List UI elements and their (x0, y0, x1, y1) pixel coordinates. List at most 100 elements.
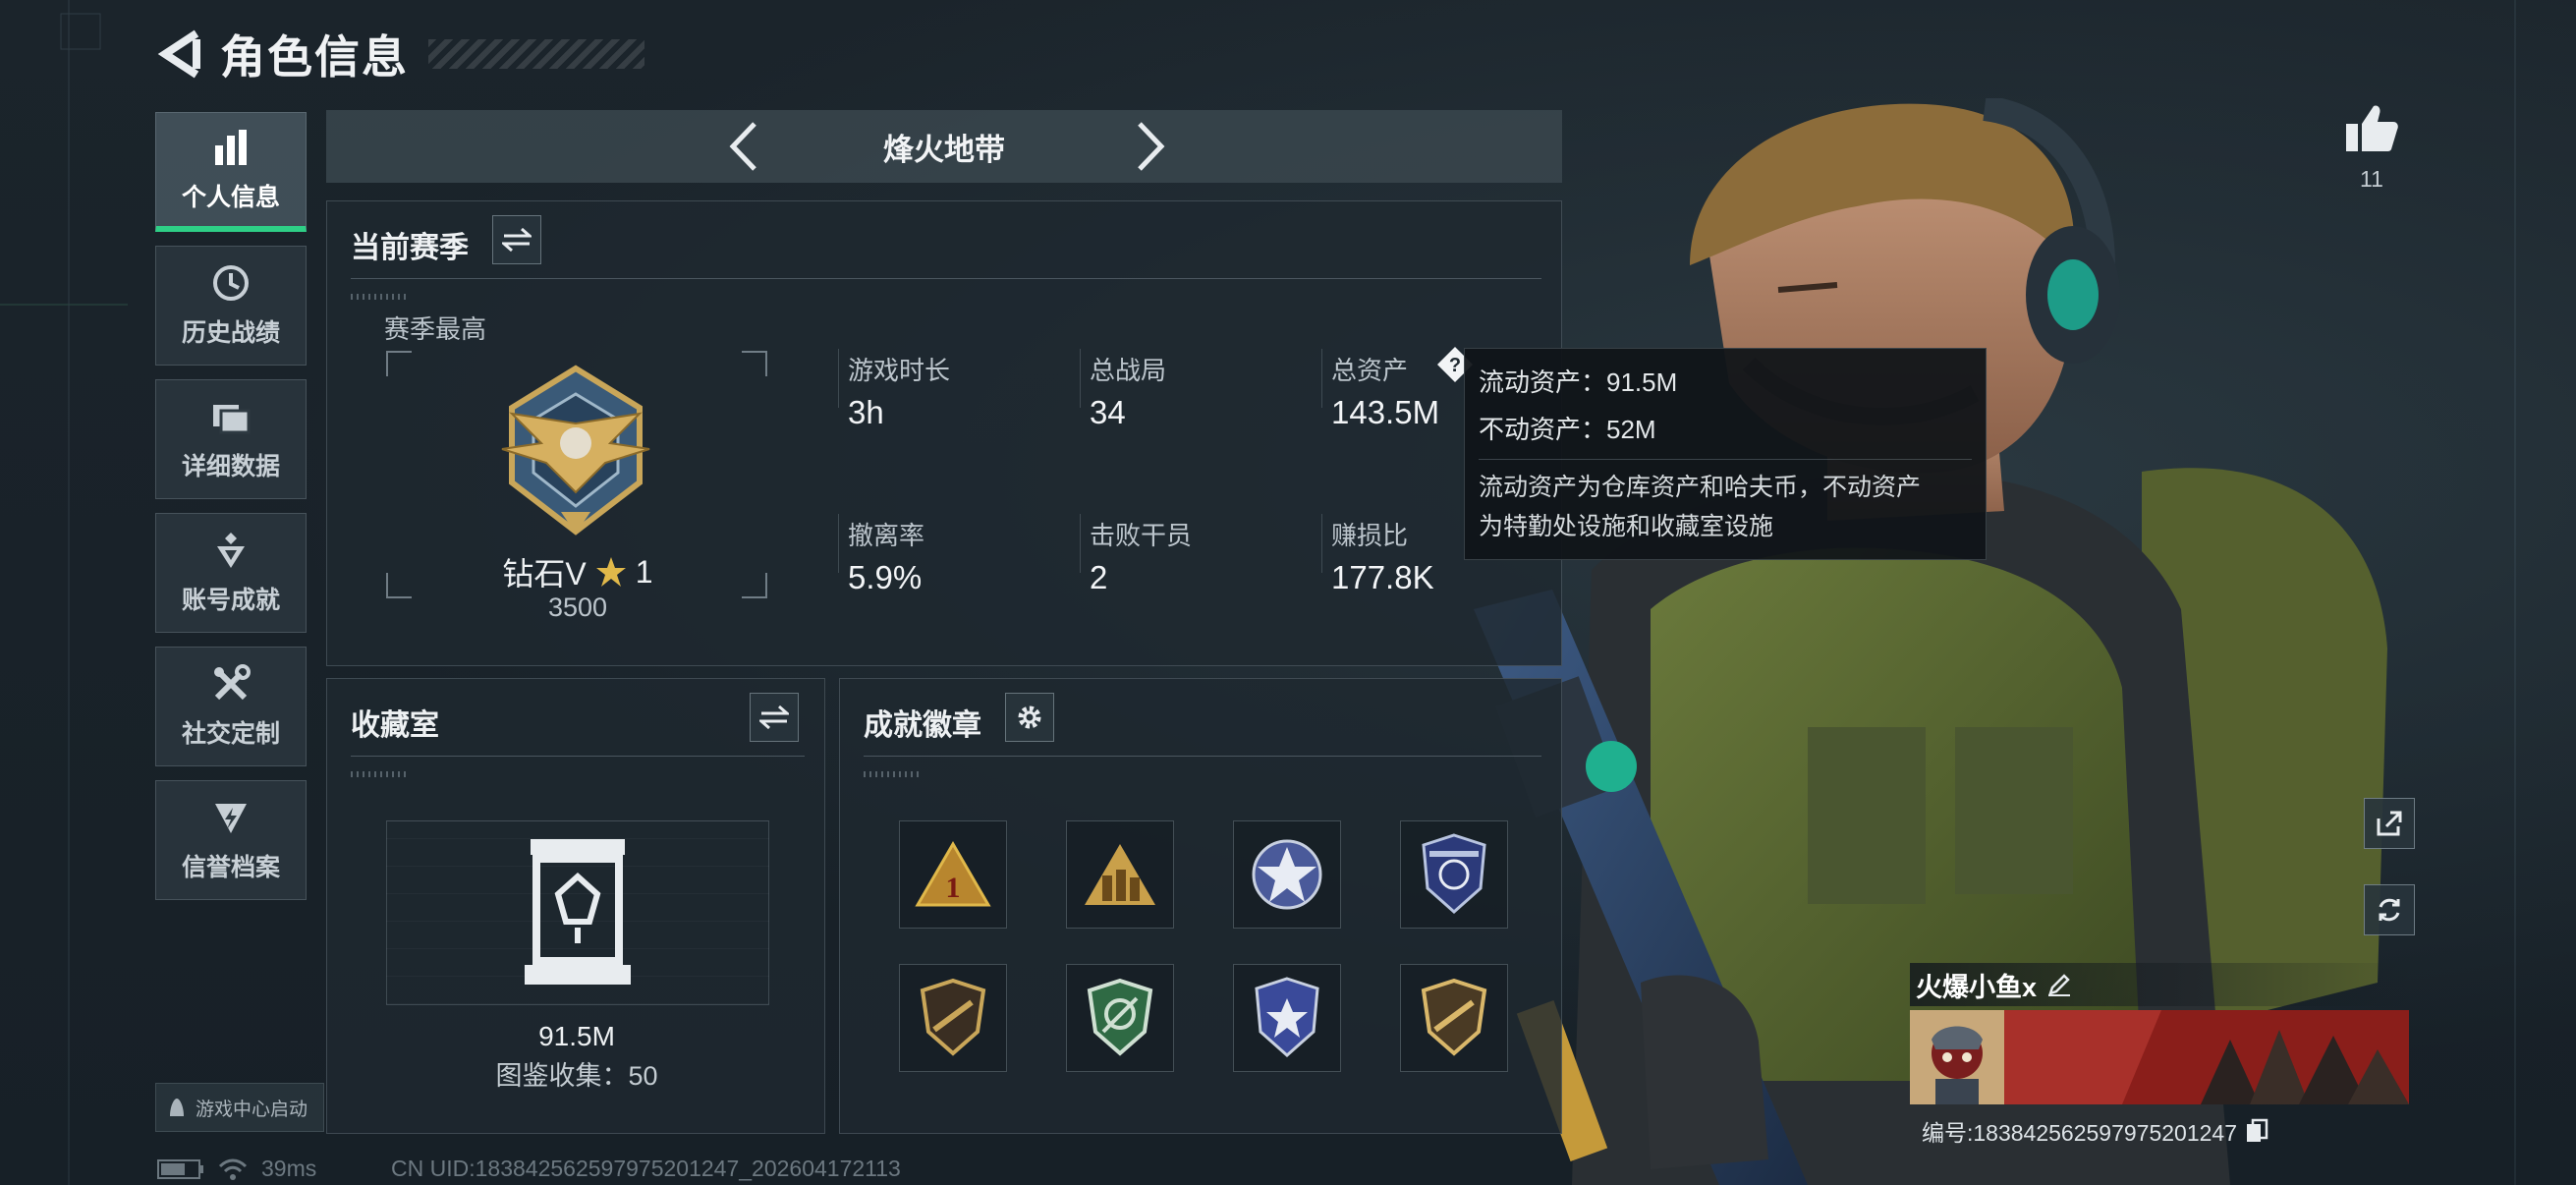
frame-corner (742, 351, 767, 376)
stat-value-playtime: 3h (848, 394, 884, 430)
stat-separator (838, 349, 839, 408)
collection-preview-frame[interactable] (386, 820, 769, 1005)
badge-rifle-shield[interactable] (899, 964, 1007, 1072)
stat-value-operators-defeated: 2 (1090, 559, 1108, 595)
stat-value-profit-ratio: 177.8K (1331, 559, 1434, 595)
player-card: 火爆小鱼x 编号:18384256259797520124​7 (1910, 963, 2415, 1148)
collection-catalog-count: 图鉴收集：50 (495, 1061, 658, 1091)
mode-next-button[interactable] (1126, 122, 1175, 171)
stat-separator (1321, 349, 1322, 408)
header: 角色信息 (155, 24, 644, 85)
shield-badge-icon (1422, 833, 1486, 915)
player-id-row: 编号:18384256259797520124​7 (1910, 1114, 2415, 1148)
sidebar-item-label: 详细数据 (181, 453, 280, 480)
badge-rifle-shield-gold[interactable] (1400, 964, 1508, 1072)
triangle-badge-icon: 1 (915, 841, 991, 907)
status-bar: 39ms (157, 1156, 316, 1182)
squad-badge-icon (1085, 844, 1155, 905)
mode-title: 烽火地带 (883, 132, 1005, 167)
player-banner[interactable] (1910, 1010, 2415, 1104)
rifle-shield-icon (920, 979, 986, 1056)
rank-star-count: 1 (635, 553, 653, 590)
refresh-button[interactable] (2364, 884, 2415, 935)
chevron-left-icon (729, 122, 756, 171)
diamond-rank-emblem (501, 365, 650, 536)
badges-panel-title: 成就徽章 (864, 709, 981, 742)
refresh-icon (2379, 898, 2400, 922)
season-panel: 当前赛季 赛季最高 钻石V 1 3500 游戏时长 3h 总战局 34 总资产 … (326, 200, 1562, 666)
star-icon (595, 557, 626, 587)
back-button[interactable] (155, 25, 202, 84)
tick-decoration (351, 294, 410, 300)
title-decoration (428, 39, 644, 69)
badge-police-shield[interactable] (1400, 820, 1508, 929)
season-panel-title: 当前赛季 (351, 232, 469, 264)
sidebar-item-label: 账号成就 (181, 587, 280, 614)
rifle-shield-gold-icon (1421, 979, 1487, 1056)
avatar[interactable] (1910, 1010, 2004, 1104)
like-count: 11 (2360, 166, 2383, 192)
stat-value-extraction-rate: 5.9% (848, 559, 923, 595)
player-name-row: 火爆小鱼x (1910, 963, 2415, 1006)
achievement-badges-panel: 成就徽章 1 (839, 678, 1562, 1134)
stat-separator (1321, 514, 1322, 573)
sidebar-item-social-custom[interactable]: 社交定制 (155, 647, 307, 766)
collection-panel-title: 收藏室 (351, 709, 439, 742)
copy-icon[interactable] (2245, 1118, 2268, 1144)
sidebar: 个人信息 历史战绩 详细数据 账号成就 社交定制 信誉档案 (155, 112, 307, 914)
tick-decoration (351, 771, 410, 777)
stat-label-extraction-rate: 撤离率 (848, 521, 925, 550)
season-best-label: 赛季最高 (384, 314, 487, 344)
rank-name-row: 钻石V 1 (386, 549, 769, 594)
share-icon (2377, 811, 2402, 836)
stat-separator (1080, 514, 1081, 573)
collection-switch-button[interactable] (750, 693, 799, 742)
gear-icon (1018, 705, 1041, 729)
hex-star-icon (1255, 977, 1319, 1058)
badge-rank-one[interactable]: 1 (899, 820, 1007, 929)
badge-hex-star[interactable] (1233, 964, 1341, 1072)
mode-prev-button[interactable] (719, 122, 768, 171)
player-name: 火爆小鱼x (1916, 972, 2038, 1002)
tooltip-fixed-assets: 不动资产：52M (1479, 415, 1656, 444)
share-button[interactable] (2364, 798, 2415, 849)
sidebar-item-label: 个人信息 (181, 183, 280, 211)
collection-divider (351, 756, 805, 757)
badge-green-shield[interactable] (1066, 964, 1174, 1072)
star-emblem-icon (1252, 839, 1322, 910)
stat-separator (838, 514, 839, 573)
badge-star-emblem[interactable] (1233, 820, 1341, 929)
stat-separator (1080, 349, 1081, 408)
chevron-right-icon (1138, 122, 1165, 171)
sidebar-item-history[interactable]: 历史战绩 (155, 246, 307, 366)
sidebar-item-detailed-data[interactable]: 详细数据 (155, 379, 307, 499)
rank-name: 钻石V (502, 556, 587, 592)
tooltip-liquid-assets: 流动资产：91.5M (1479, 367, 1678, 397)
edit-icon[interactable] (2046, 972, 2072, 997)
badges-settings-button[interactable] (1005, 693, 1054, 742)
latency-text: 39ms (261, 1156, 317, 1181)
mode-selector: 烽火地带 (326, 110, 1562, 183)
sidebar-item-achievements[interactable]: 账号成就 (155, 513, 307, 633)
tools-icon (210, 663, 252, 705)
badges-divider (864, 756, 1541, 757)
sidebar-item-personal-info[interactable]: 个人信息 (155, 112, 307, 232)
game-center-launch-button[interactable]: 游戏中心启动 (155, 1083, 324, 1132)
credit-icon (210, 797, 252, 838)
battery-icon (157, 1158, 203, 1179)
rank-points: 3500 (547, 592, 608, 622)
player-id: 编号:18384256259797520124​7 (1922, 1120, 2238, 1146)
season-switch-button[interactable] (492, 215, 541, 264)
sidebar-item-label: 信誉档案 (181, 854, 280, 881)
sidebar-item-credit-record[interactable]: 信誉档案 (155, 780, 307, 900)
season-divider (351, 278, 1541, 279)
badge-squad[interactable] (1066, 820, 1174, 929)
frame-corner (386, 351, 412, 376)
green-shield-icon (1087, 979, 1153, 1056)
stat-value-total-matches: 34 (1090, 394, 1126, 430)
like-button[interactable]: 11 (2340, 102, 2403, 193)
banner-card-art (2004, 1010, 2409, 1104)
stat-label-playtime: 游戏时长 (848, 356, 951, 385)
bar-chart-icon (210, 127, 252, 168)
collection-value: 91.5M (538, 1021, 615, 1051)
